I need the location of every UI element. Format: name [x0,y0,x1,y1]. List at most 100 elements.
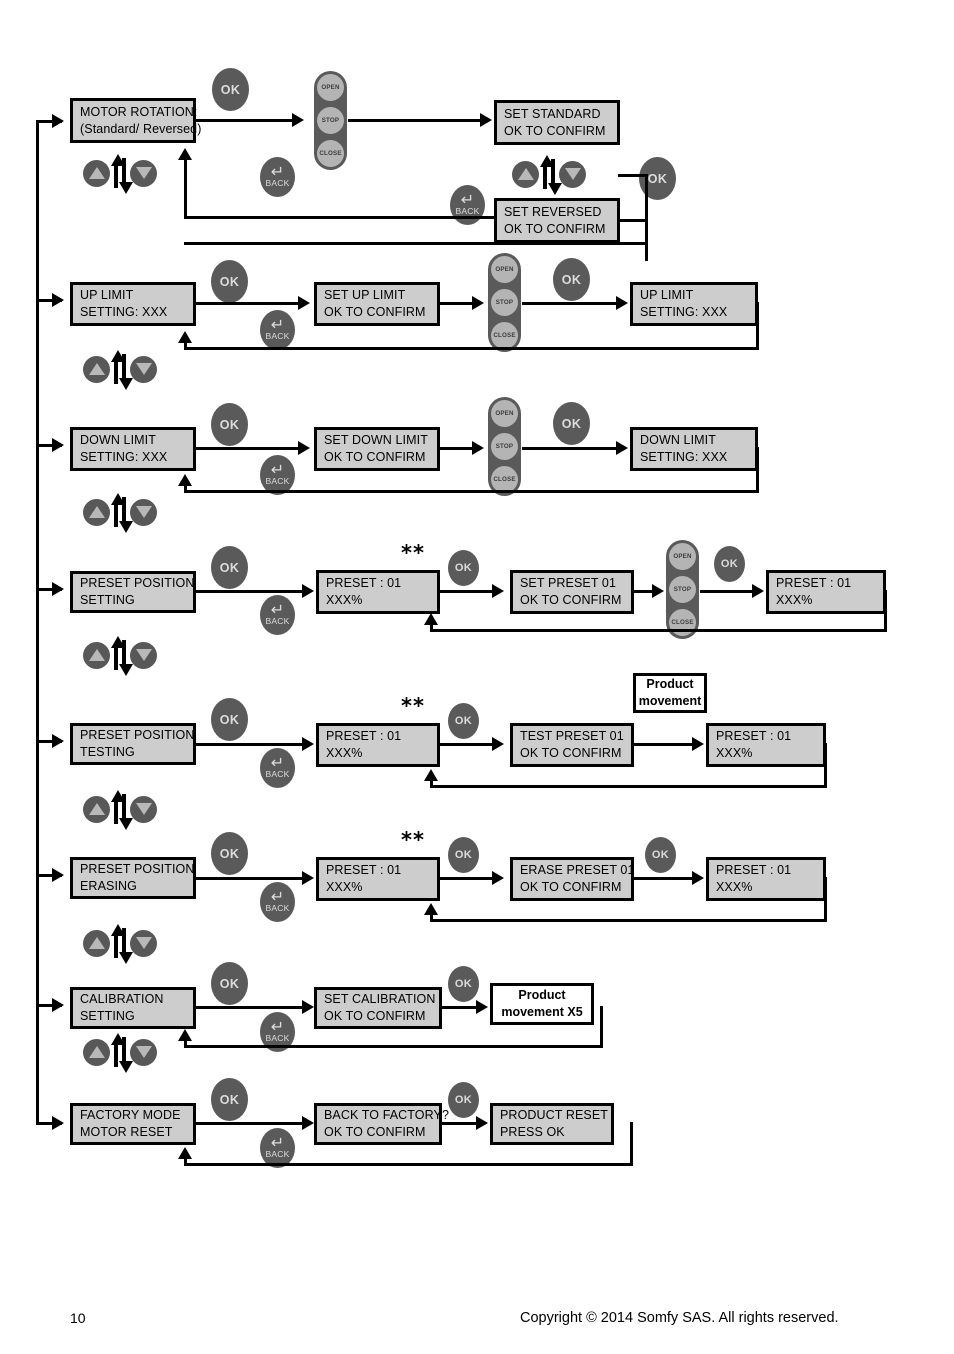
arrow-down-circle-icon[interactable] [130,929,157,957]
lcd-line-1: PRESET : 01 [326,729,402,743]
lcd-erase-preset[interactable]: ERASE PRESET 01 OK TO CONFIRM [510,857,634,901]
updown-selector-calibration[interactable] [83,1033,157,1073]
arrow-down-circle-icon[interactable] [130,641,157,669]
updown-selector-preset-setting[interactable] [83,636,157,676]
remote-open-button[interactable]: OPEN [491,256,518,283]
ok-button-label: OK [219,417,240,432]
ok-button-preset-erasing[interactable]: OK [211,832,248,875]
remote-control-preset-setting[interactable]: OPEN STOP CLOSE [666,540,699,639]
arrow-up-circle-icon[interactable] [83,929,110,957]
back-arrow-icon: ↵ [460,190,475,209]
lcd-preset-setting-menu[interactable]: PRESET POSITION SETTING [70,571,196,613]
connector-select-to-setpreset [440,590,496,593]
connector-testpreset-to-result [634,743,696,746]
lcd-line-1: CALIBRATION [80,992,164,1006]
ok-button-down-limit-confirm[interactable]: OK [553,402,590,445]
lcd-preset-result-setting[interactable]: PRESET : 01 XXX% [766,570,886,614]
lcd-set-down-limit[interactable]: SET DOWN LIMIT OK TO CONFIRM [314,427,440,471]
lcd-line-2: SETTING [80,593,135,607]
remote-close-button[interactable]: CLOSE [317,140,344,167]
updown-selector-preset-erasing[interactable] [83,924,157,964]
back-button-preset-erasing[interactable]: ↵ BACK [260,882,295,922]
arrow-down-circle-icon[interactable] [559,160,586,188]
remote-open-button[interactable]: OPEN [491,400,518,427]
lcd-preset-select-testing[interactable]: PRESET : 01 XXX% [316,723,440,767]
lcd-line-1: SET DOWN LIMIT [324,433,428,447]
updown-selector-rotation-choice[interactable] [512,155,586,195]
arrow-up-circle-icon[interactable] [83,498,110,526]
arrow-down-circle-icon[interactable] [130,1038,157,1066]
ok-button-factory-confirm[interactable]: OK [448,1082,479,1118]
lcd-set-standard[interactable]: SET STANDARD OK TO CONFIRM [494,100,620,145]
lcd-calibration-menu[interactable]: CALIBRATION SETTING [70,987,196,1029]
updown-selector-down-limit[interactable] [83,493,157,533]
ok-button-preset-select-erasing[interactable]: OK [448,837,479,873]
lcd-set-preset[interactable]: SET PRESET 01 OK TO CONFIRM [510,570,634,614]
ok-button-preset-setting[interactable]: OK [211,546,248,589]
lcd-set-up-limit[interactable]: SET UP LIMIT OK TO CONFIRM [314,282,440,326]
arrow-up-circle-icon[interactable] [83,1038,110,1066]
ok-button-calibration[interactable]: OK [211,962,248,1005]
remote-control-down-limit[interactable]: OPEN STOP CLOSE [488,397,521,496]
ok-button-label: OK [454,715,473,727]
updown-selector-motor-rotation[interactable] [83,154,157,194]
arrow-up-circle-icon[interactable] [83,159,110,187]
ok-button-down-limit[interactable]: OK [211,403,248,446]
lcd-preset-testing-menu[interactable]: PRESET POSITION TESTING [70,723,196,765]
ok-button-motor-rotation[interactable]: OK [212,68,249,111]
ok-button-factory-mode[interactable]: OK [211,1078,248,1121]
arrow-up-circle-icon[interactable] [83,795,110,823]
back-button-rotation-choice[interactable]: ↵ BACK [450,185,485,225]
lcd-up-limit-result[interactable]: UP LIMIT SETTING: XXX [630,282,758,326]
ok-button-up-limit[interactable]: OK [211,260,248,303]
arrow-down-circle-icon[interactable] [130,159,157,187]
back-button-motor-rotation[interactable]: ↵ BACK [260,157,295,197]
back-button-up-limit[interactable]: ↵ BACK [260,310,295,350]
remote-stop-button[interactable]: STOP [669,576,696,603]
remote-stop-button[interactable]: STOP [491,289,518,316]
back-button-preset-testing[interactable]: ↵ BACK [260,748,295,788]
remote-stop-button[interactable]: STOP [491,433,518,460]
lcd-product-reset[interactable]: PRODUCT RESET PRESS OK [490,1103,614,1145]
arrow-down-circle-icon[interactable] [130,498,157,526]
lcd-up-limit-menu[interactable]: UP LIMIT SETTING: XXX [70,282,196,326]
remote-open-button[interactable]: OPEN [317,74,344,101]
lcd-back-to-factory[interactable]: BACK TO FACTORY? OK TO CONFIRM [314,1103,449,1145]
lcd-set-calibration[interactable]: SET CALIBRATION OK TO CONFIRM [314,987,442,1029]
updown-selector-preset-testing[interactable] [83,790,157,830]
updown-selector-up-limit[interactable] [83,350,157,390]
back-button-preset-setting[interactable]: ↵ BACK [260,595,295,635]
lcd-preset-result-testing[interactable]: PRESET : 01 XXX% [706,723,826,767]
arrow-up-circle-icon[interactable] [512,160,539,188]
ok-button-preset-testing[interactable]: OK [211,698,248,741]
ok-button-up-limit-confirm[interactable]: OK [553,258,590,301]
remote-close-button[interactable]: CLOSE [491,466,518,493]
remote-stop-button[interactable]: STOP [317,107,344,134]
back-button-down-limit[interactable]: ↵ BACK [260,455,295,495]
lcd-down-limit-result[interactable]: DOWN LIMIT SETTING: XXX [630,427,758,471]
remote-close-button[interactable]: CLOSE [491,322,518,349]
lcd-motor-rotation-menu[interactable]: MOTOR ROTATION: (Standard/ Reversed) [70,98,201,143]
remote-open-button[interactable]: OPEN [669,543,696,570]
ok-button-preset-select-testing[interactable]: OK [448,703,479,739]
back-button-factory-mode[interactable]: ↵ BACK [260,1128,295,1168]
remote-control-up-limit[interactable]: OPEN STOP CLOSE [488,253,521,352]
arrow-up-circle-icon[interactable] [83,355,110,383]
arrow-up-circle-icon[interactable] [83,641,110,669]
ok-button-calibration-confirm[interactable]: OK [448,966,479,1002]
note-product-movement: Product movement [633,673,707,713]
lcd-test-preset[interactable]: TEST PRESET 01 OK TO CONFIRM [510,723,634,767]
lcd-preset-select-setting[interactable]: PRESET : 01 XXX% [316,570,440,614]
lcd-preset-erasing-menu[interactable]: PRESET POSITION ERASING [70,857,196,899]
remote-control-motor-rotation[interactable]: OPEN STOP CLOSE [314,71,347,170]
lcd-set-reversed[interactable]: SET REVERSED OK TO CONFIRM [494,198,620,243]
ok-button-preset-erasing-confirm[interactable]: OK [645,837,676,873]
lcd-down-limit-menu[interactable]: DOWN LIMIT SETTING: XXX [70,427,196,471]
arrow-down-circle-icon[interactable] [130,355,157,383]
lcd-factory-mode-menu[interactable]: FACTORY MODE MOTOR RESET [70,1103,196,1145]
ok-button-preset-setting-confirm[interactable]: OK [714,546,745,582]
arrow-down-circle-icon[interactable] [130,795,157,823]
lcd-preset-select-erasing[interactable]: PRESET : 01 XXX% [316,857,440,901]
ok-button-preset-select-setting[interactable]: OK [448,550,479,586]
lcd-preset-result-erasing[interactable]: PRESET : 01 XXX% [706,857,826,901]
